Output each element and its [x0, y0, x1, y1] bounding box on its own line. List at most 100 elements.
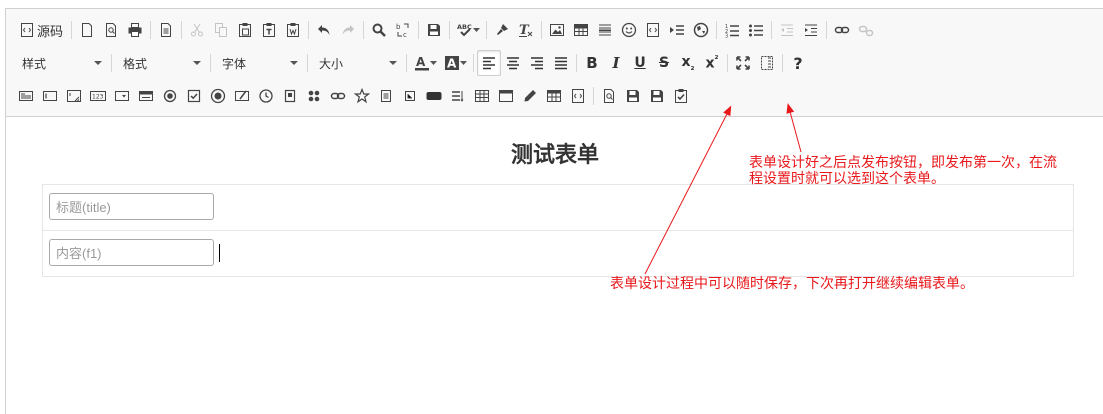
align-right-button[interactable]: [525, 50, 549, 76]
checkbox-tool[interactable]: [182, 83, 206, 109]
list-view-button[interactable]: [134, 83, 158, 109]
align-justify-button[interactable]: [549, 50, 573, 76]
format-select[interactable]: 格式: [115, 51, 207, 75]
radio-group-tool[interactable]: [206, 83, 230, 109]
textarea-button[interactable]: [62, 83, 86, 109]
maximize-button[interactable]: [731, 50, 755, 76]
unlink-button[interactable]: [854, 17, 878, 43]
subscript-button[interactable]: x₂: [676, 50, 700, 76]
form-publish-button[interactable]: [669, 83, 693, 109]
underline-button[interactable]: U: [628, 50, 652, 76]
label-tool[interactable]: [374, 83, 398, 109]
datetime-tool[interactable]: [254, 83, 278, 109]
style-select[interactable]: 样式: [14, 51, 108, 75]
print-button[interactable]: [123, 17, 147, 43]
replace-button[interactable]: bc: [391, 17, 415, 43]
data-link-tool[interactable]: [326, 83, 350, 109]
grid-table-tool[interactable]: [470, 83, 494, 109]
paste-button[interactable]: [233, 17, 257, 43]
star-tool[interactable]: [350, 83, 374, 109]
link-button[interactable]: [830, 17, 854, 43]
form-save-button[interactable]: [621, 83, 645, 109]
pencil-tool[interactable]: [518, 83, 542, 109]
page-break-button[interactable]: [665, 17, 689, 43]
radio-button-tool[interactable]: [158, 83, 182, 109]
text-field-button[interactable]: [38, 83, 62, 109]
text-color-button[interactable]: A: [410, 50, 440, 76]
redo-button[interactable]: [336, 17, 360, 43]
outdent-button[interactable]: [775, 17, 799, 43]
spellcheck-button[interactable]: ABC: [453, 17, 483, 43]
html-tool[interactable]: [566, 83, 590, 109]
horizontal-rule-button[interactable]: [593, 17, 617, 43]
font-size-select-label: 大小: [319, 56, 344, 71]
outdent-icon: [781, 24, 794, 36]
cut-button[interactable]: [185, 17, 209, 43]
iframe-button[interactable]: [641, 17, 665, 43]
toolbar-separator: [473, 54, 474, 72]
italic-button[interactable]: I: [604, 50, 628, 76]
title-field[interactable]: 标题(title): [49, 193, 214, 220]
save-annotation: 表单设计过程中可以随时保存，下次再打开继续编辑表单。: [610, 276, 974, 292]
strikethrough-button[interactable]: S: [652, 50, 676, 76]
table-row: 内容(f1): [43, 231, 1073, 276]
macro-tool[interactable]: [278, 83, 302, 109]
radio-group-icon: [210, 88, 226, 104]
smiley-button[interactable]: [617, 17, 641, 43]
window-tool[interactable]: [494, 83, 518, 109]
chevron-down-icon: [459, 60, 467, 65]
background-color-button[interactable]: A: [440, 50, 470, 76]
align-left-button[interactable]: [477, 50, 501, 76]
remove-format-button[interactable]: T: [514, 17, 538, 43]
indent-button[interactable]: [799, 17, 823, 43]
copy-button[interactable]: [209, 17, 233, 43]
preview-button[interactable]: [99, 17, 123, 43]
detail-table-tool[interactable]: [542, 83, 566, 109]
editor-toolbar: 源码 bc ABC T 1 2 3 样式 格式 字体 大小 A A B I U …: [6, 9, 1103, 117]
align-right-icon: [531, 57, 543, 70]
align-center-button[interactable]: [501, 50, 525, 76]
chevron-down-icon: [193, 61, 201, 65]
content-field[interactable]: 内容(f1): [49, 239, 214, 266]
font-size-select[interactable]: 大小: [311, 51, 403, 75]
copy-format-button[interactable]: [490, 17, 514, 43]
table-button[interactable]: [569, 17, 593, 43]
save-button[interactable]: [422, 17, 446, 43]
toolbar-separator: [782, 54, 783, 72]
help-button[interactable]: ?: [786, 50, 810, 76]
show-blocks-icon: [761, 56, 773, 70]
form-button[interactable]: [14, 83, 38, 109]
form-preview-button[interactable]: [597, 83, 621, 109]
source-button[interactable]: 源码: [14, 17, 68, 43]
font-select[interactable]: 字体: [214, 51, 304, 75]
show-blocks-button[interactable]: [755, 50, 779, 76]
link-icon: [834, 26, 850, 34]
bold-button[interactable]: B: [580, 50, 604, 76]
form-save-as-button[interactable]: [645, 83, 669, 109]
number-field-button[interactable]: 123: [86, 83, 110, 109]
bulleted-list-button[interactable]: [744, 17, 768, 43]
superscript-button[interactable]: x²: [700, 50, 724, 76]
smiley-icon: [621, 22, 637, 38]
templates-button[interactable]: [154, 17, 178, 43]
paste-text-button[interactable]: [257, 17, 281, 43]
font-select-label: 字体: [222, 56, 247, 71]
copy-icon: [215, 23, 228, 37]
button-tool[interactable]: [422, 83, 446, 109]
globe-button[interactable]: [689, 17, 713, 43]
signature-tool[interactable]: [230, 83, 254, 109]
toolbar-separator: [727, 54, 728, 72]
sublist-tool[interactable]: [446, 83, 470, 109]
select-field-button[interactable]: [110, 83, 134, 109]
hidden-field-tool[interactable]: [398, 83, 422, 109]
numbered-list-button[interactable]: 123: [720, 17, 744, 43]
undo-button[interactable]: [312, 17, 336, 43]
find-button[interactable]: [367, 17, 391, 43]
paste-word-button[interactable]: [281, 17, 305, 43]
html-icon: [572, 89, 584, 103]
list-view-icon: [139, 91, 153, 101]
paintbrush-icon: [497, 24, 509, 35]
image-button[interactable]: [545, 17, 569, 43]
org-user-tool[interactable]: [302, 83, 326, 109]
new-page-button[interactable]: [75, 17, 99, 43]
